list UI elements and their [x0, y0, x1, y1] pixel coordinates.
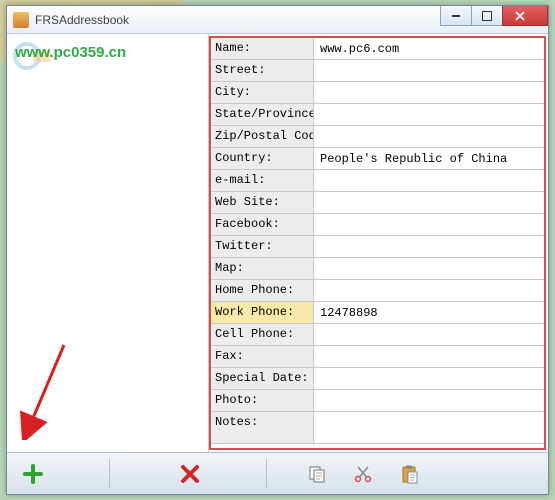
field-value[interactable]	[314, 38, 544, 59]
field-label: Facebook:	[211, 214, 314, 235]
field-label: Web Site:	[211, 192, 314, 213]
field-value[interactable]	[314, 60, 544, 81]
copy-button[interactable]	[301, 458, 333, 490]
toolbar-separator	[109, 459, 110, 489]
field-row: Web Site:	[211, 192, 544, 214]
app-icon	[13, 12, 29, 28]
scissors-icon	[353, 464, 373, 484]
app-window: FRSAddressbook www.pc0359.cn Name:Street…	[6, 5, 549, 495]
toolbar-separator	[266, 459, 267, 489]
field-row: Name:	[211, 38, 544, 60]
copy-icon	[307, 464, 327, 484]
field-row: Home Phone:	[211, 280, 544, 302]
close-button[interactable]	[502, 6, 548, 26]
field-row: Special Date:	[211, 368, 544, 390]
field-value[interactable]	[314, 170, 544, 191]
field-value[interactable]	[314, 126, 544, 147]
field-row: City:	[211, 82, 544, 104]
toolbar	[7, 452, 548, 494]
field-row: Photo:	[211, 390, 544, 412]
field-label: Twitter:	[211, 236, 314, 257]
field-label: e-mail:	[211, 170, 314, 191]
field-list: Name:Street:City:State/Province:Zip/Post…	[211, 38, 544, 448]
field-row: Country:	[211, 148, 544, 170]
field-label: Special Date:	[211, 368, 314, 389]
field-value[interactable]	[314, 324, 544, 345]
field-label: Work Phone:	[211, 302, 314, 323]
clipboard-icon	[399, 464, 419, 484]
field-label: Photo:	[211, 390, 314, 411]
x-icon	[180, 464, 200, 484]
field-value[interactable]	[314, 214, 544, 235]
field-row: Zip/Postal Code:	[211, 126, 544, 148]
field-value[interactable]	[314, 236, 544, 257]
field-row: Fax:	[211, 346, 544, 368]
field-row: e-mail:	[211, 170, 544, 192]
field-value[interactable]	[314, 148, 544, 169]
contact-list-pane[interactable]: www.pc0359.cn	[7, 34, 209, 452]
minimize-button[interactable]	[440, 6, 472, 26]
field-value[interactable]	[314, 302, 544, 323]
field-label: Zip/Postal Code:	[211, 126, 314, 147]
field-label: Notes:	[211, 412, 314, 443]
watermark-text: www.pc0359.cn	[15, 44, 126, 61]
field-label: Fax:	[211, 346, 314, 367]
field-label: State/Province:	[211, 104, 314, 125]
field-row: Street:	[211, 60, 544, 82]
field-value[interactable]	[314, 346, 544, 367]
delete-button[interactable]	[174, 458, 206, 490]
paste-button[interactable]	[393, 458, 425, 490]
field-label: Street:	[211, 60, 314, 81]
field-row: Map:	[211, 258, 544, 280]
detail-pane: Name:Street:City:State/Province:Zip/Post…	[209, 36, 546, 450]
titlebar[interactable]: FRSAddressbook	[7, 6, 548, 34]
field-label: Home Phone:	[211, 280, 314, 301]
field-value[interactable]	[314, 368, 544, 389]
field-label: Map:	[211, 258, 314, 279]
add-button[interactable]	[17, 458, 49, 490]
window-buttons	[441, 6, 548, 26]
field-row: Twitter:	[211, 236, 544, 258]
field-row: Work Phone:	[211, 302, 544, 324]
client-area: www.pc0359.cn Name:Street:City:State/Pro…	[7, 34, 548, 452]
field-value[interactable]	[314, 258, 544, 279]
field-value[interactable]	[314, 192, 544, 213]
window-title: FRSAddressbook	[35, 13, 129, 27]
field-row: State/Province:	[211, 104, 544, 126]
field-row: Facebook:	[211, 214, 544, 236]
field-value[interactable]	[314, 390, 544, 411]
field-value[interactable]	[314, 104, 544, 125]
plus-icon	[22, 463, 44, 485]
maximize-button[interactable]	[471, 6, 503, 26]
cut-button[interactable]	[347, 458, 379, 490]
field-row: Cell Phone:	[211, 324, 544, 346]
field-value[interactable]	[314, 82, 544, 103]
field-label: City:	[211, 82, 314, 103]
field-row: Notes:	[211, 412, 544, 444]
field-value[interactable]	[314, 412, 544, 443]
field-label: Cell Phone:	[211, 324, 314, 345]
field-label: Name:	[211, 38, 314, 59]
field-value[interactable]	[314, 280, 544, 301]
field-label: Country:	[211, 148, 314, 169]
